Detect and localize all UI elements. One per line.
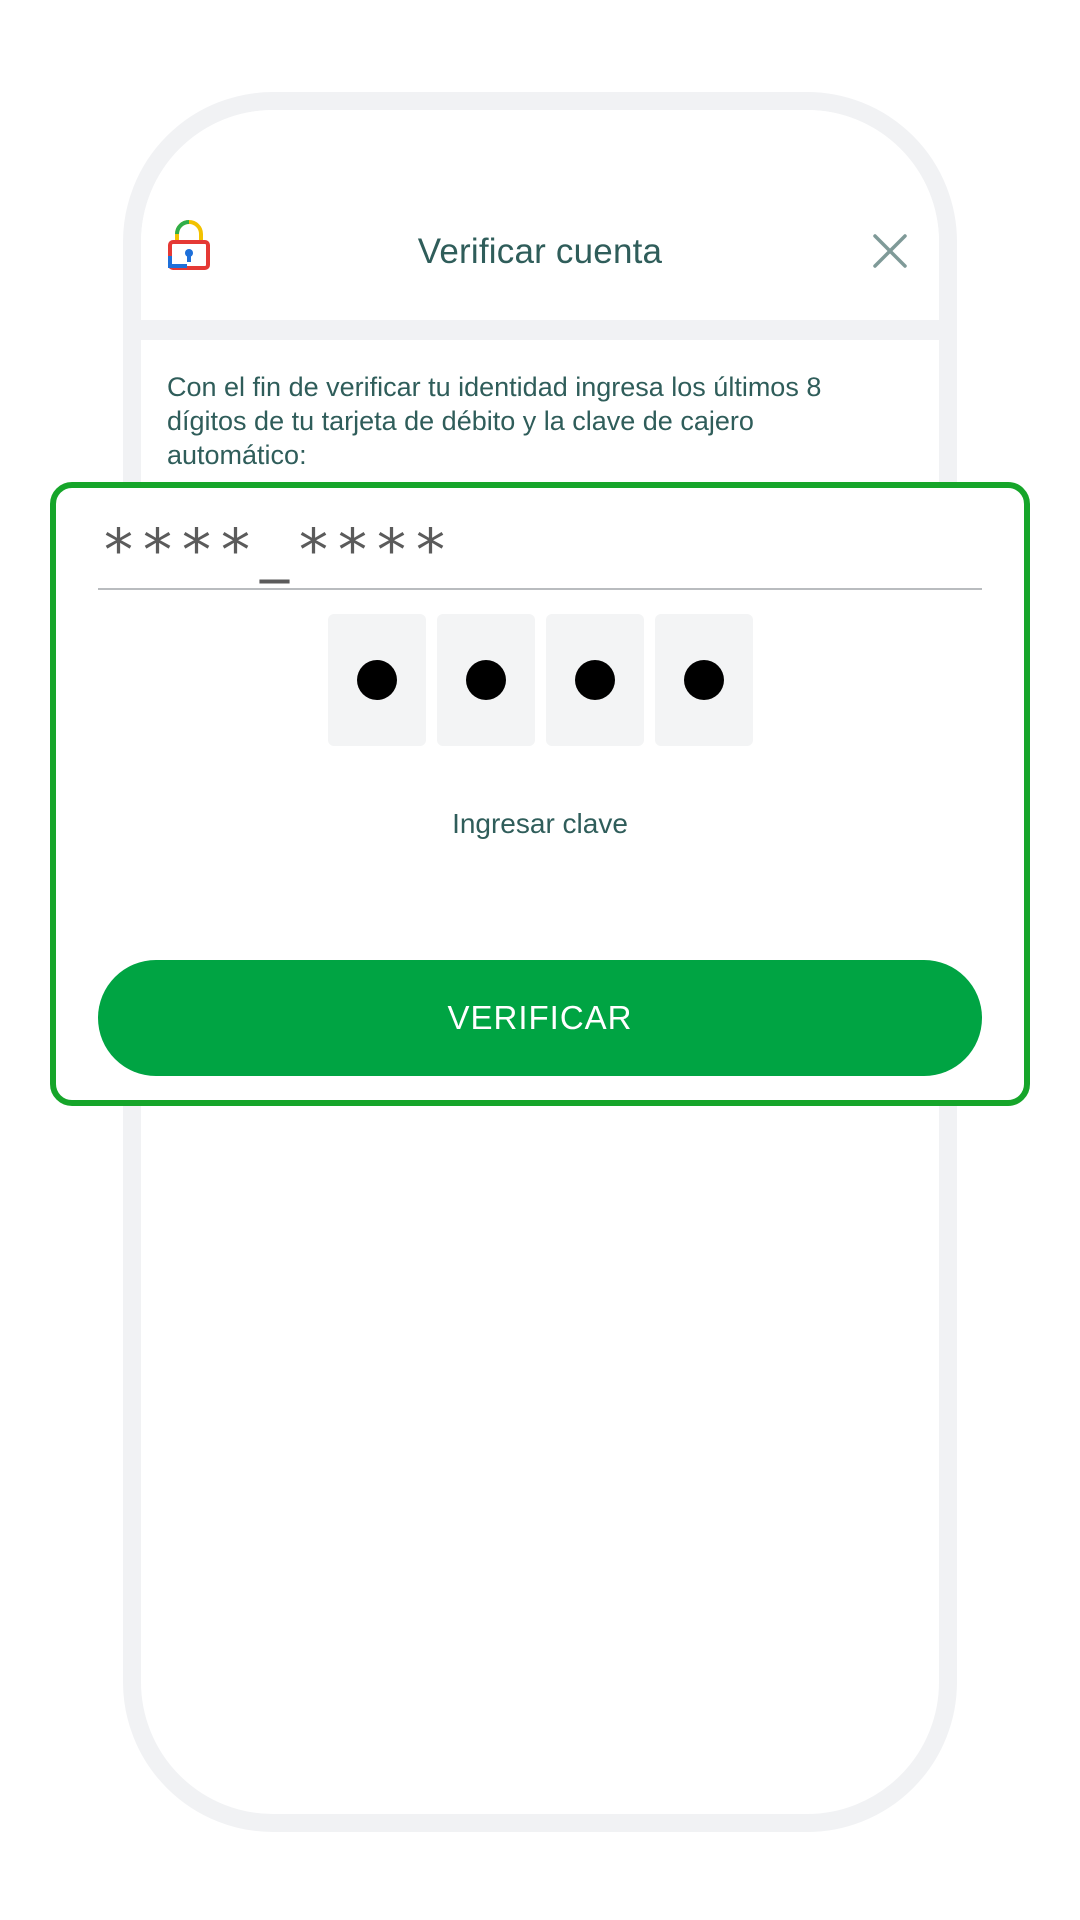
- pin-label: Ingresar clave: [452, 808, 628, 839]
- instruction-text: Con el fin de verificar tu identidad ing…: [167, 372, 822, 470]
- header-divider: [141, 320, 939, 340]
- pin-dot: [683, 660, 724, 700]
- pin-digit-box[interactable]: [436, 614, 535, 746]
- dialog-header: Verificar cuenta: [141, 110, 939, 320]
- pin-dot: [356, 660, 397, 700]
- close-icon[interactable]: [871, 232, 909, 270]
- screen: Verificar cuenta Con el fin de verificar…: [0, 0, 1080, 1920]
- verification-form-highlight: ****_**** Ingresar clave VERIFICAR: [50, 482, 1030, 1106]
- pin-dot: [574, 660, 615, 700]
- dialog-title: Verificar cuenta: [417, 232, 663, 271]
- pin-digit-box[interactable]: [327, 614, 426, 746]
- verify-button[interactable]: VERIFICAR: [98, 960, 982, 1076]
- pin-input[interactable]: [56, 614, 1024, 746]
- card-digits-input[interactable]: ****_****: [98, 510, 982, 590]
- pin-dot: [465, 660, 506, 700]
- pin-digit-box[interactable]: [654, 614, 753, 746]
- pin-digit-box[interactable]: [545, 614, 644, 746]
